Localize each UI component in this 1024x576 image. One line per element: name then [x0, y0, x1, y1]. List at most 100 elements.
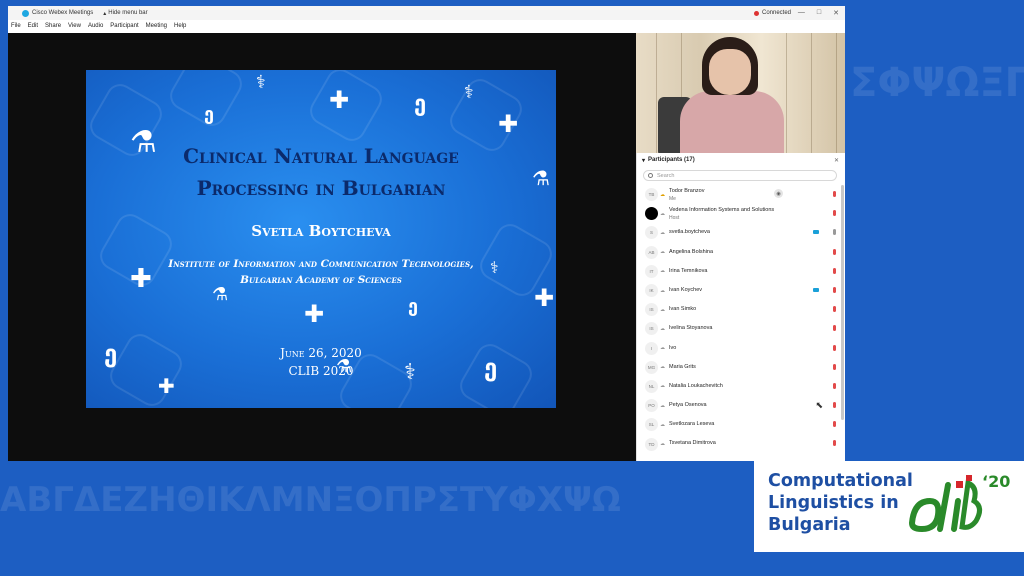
avatar: PO [645, 399, 658, 413]
participant-row[interactable]: PO ☁ Petya Osenova ⬉ [637, 396, 845, 415]
plus-icon: ✚ [304, 300, 325, 328]
avatar [645, 207, 658, 221]
device-icon: ☁ [660, 210, 665, 217]
mic-muted-icon[interactable] [833, 267, 836, 274]
avatar: TD [645, 437, 658, 451]
avatar: I [645, 341, 658, 355]
mic-muted-icon[interactable] [833, 210, 836, 217]
chevron-down-icon[interactable]: ▾ [642, 157, 645, 164]
search-icon [648, 173, 653, 178]
menu-view[interactable]: View [68, 23, 81, 29]
device-icon: ☁ [660, 364, 665, 371]
mic-muted-icon[interactable] [833, 344, 836, 351]
title-bar: Cisco Webex Meetings ▴ Hide menu bar Con… [8, 6, 845, 20]
participant-row[interactable]: S ☁ svetla.boytcheva [637, 223, 845, 242]
video-on-icon[interactable] [813, 230, 819, 235]
menu-meeting[interactable]: Meeting [146, 23, 167, 29]
clib-logo-card: Computational Linguistics in Bulgaria ‘2… [754, 461, 1024, 552]
participant-row[interactable]: MG ☁ Maria Grits [637, 358, 845, 377]
syringe-icon: ⚕ [256, 72, 266, 93]
mic-muted-icon[interactable] [833, 248, 836, 255]
menu-file[interactable]: File [11, 23, 21, 29]
webex-window: Cisco Webex Meetings ▴ Hide menu bar Con… [8, 6, 845, 461]
menu-participant[interactable]: Participant [110, 23, 138, 29]
maximize-button[interactable]: □ [817, 9, 821, 17]
participants-panel: ▾ Participants (17) ✕ Search TB ☁ Todor … [636, 153, 845, 461]
cursor-icon: ⬉ [815, 400, 823, 411]
stethoscope-icon: ე [408, 296, 418, 317]
participant-row[interactable]: IK ☁ Ivan Koychev [637, 281, 845, 300]
mic-muted-icon[interactable] [833, 191, 836, 197]
background-pattern-top: ΣΦΨΩΞΠ [850, 60, 1024, 106]
participant-row[interactable]: TB ☁ Todor Branzov Me ◉ [637, 185, 845, 204]
participant-row[interactable]: I ☁ Ivo [637, 339, 845, 358]
device-icon: ☁ [660, 287, 665, 294]
device-icon: ☁ [660, 325, 665, 332]
mic-muted-icon[interactable] [833, 382, 836, 389]
device-icon: ☁ [660, 191, 665, 198]
device-icon: ☁ [660, 345, 665, 352]
presenter-ball-icon[interactable]: ◉ [774, 189, 783, 198]
menu-help[interactable]: Help [174, 23, 186, 29]
participant-row[interactable]: ☁ Vedena Information Systems and Solutio… [637, 204, 845, 223]
participant-row[interactable]: SL ☁ Svetlozara Leseva [637, 415, 845, 434]
video-on-icon[interactable] [813, 287, 819, 292]
slide-institute: Institute of Information and Communicati… [168, 258, 474, 286]
mic-muted-icon[interactable] [833, 363, 836, 370]
stethoscope-icon: ე [414, 92, 427, 117]
plus-icon: ✚ [329, 86, 350, 114]
clib-logo-year: ‘20 [982, 472, 1011, 491]
slide-author: Svetla Boytcheva [251, 222, 391, 240]
mic-icon[interactable] [833, 229, 836, 236]
mic-muted-icon[interactable] [833, 286, 836, 293]
mic-muted-icon[interactable] [833, 421, 836, 428]
participant-row[interactable]: IS ☁ Ivelina Stoyanova [637, 319, 845, 338]
speaker-video[interactable] [636, 33, 845, 153]
speaker-body [680, 91, 784, 153]
device-icon: ☁ [660, 249, 665, 256]
participant-row[interactable]: IT ☁ Irina Temnikova [637, 262, 845, 281]
device-icon: ☁ [660, 268, 665, 275]
app-title: Cisco Webex Meetings [22, 9, 93, 17]
shared-content-area[interactable]: ⚗ ✚ ე ე ⚕ ⚕ ✚ ⚗ ✚ ⚗ ✚ ე ⚕ ✚ ე ✚ ⚗ ⚕ ე Cl… [8, 33, 636, 461]
device-icon: ☁ [660, 306, 665, 313]
menu-share[interactable]: Share [45, 23, 61, 29]
participant-row[interactable]: AB ☁ Angelina Bolshina [637, 243, 845, 262]
device-icon: ☁ [660, 421, 665, 428]
participant-row[interactable]: TD ☁ Tsvetana Dimitrova [637, 434, 845, 453]
slide-title: Clinical Natural Language Processing in … [183, 144, 459, 200]
close-window-button[interactable]: ✕ [833, 9, 839, 17]
participant-search-input[interactable]: Search [643, 170, 837, 181]
background-pattern-bottom: ΑΒΓΔΕΖΗΘΙΚΛΜΝΞΟΠΡΣΤΥΦΧΨΩ [0, 480, 621, 520]
plus-icon: ✚ [534, 284, 555, 312]
webex-logo-icon [22, 9, 29, 17]
avatar: MG [645, 360, 658, 374]
speaker-face [709, 49, 751, 95]
mic-muted-icon[interactable] [833, 402, 836, 409]
participant-row[interactable]: IS ☁ Ivan Simko [637, 300, 845, 319]
device-icon: ☁ [660, 229, 665, 236]
close-panel-button[interactable]: ✕ [834, 157, 839, 164]
avatar: NL [645, 379, 658, 393]
connection-status[interactable]: Connected [754, 10, 791, 16]
hide-menu-bar-toggle[interactable]: ▴ Hide menu bar [103, 10, 147, 17]
device-icon: ☁ [660, 441, 665, 448]
avatar: IS [645, 322, 658, 336]
syringe-icon: ⚕ [464, 82, 474, 103]
menu-audio[interactable]: Audio [88, 23, 103, 29]
clib-logo-mark-icon [908, 475, 982, 533]
menu-edit[interactable]: Edit [28, 23, 38, 29]
avatar: S [645, 226, 658, 240]
flask-icon: ⚗ [212, 284, 229, 305]
minimize-button[interactable]: — [798, 9, 805, 17]
device-icon: ☁ [660, 402, 665, 409]
status-dot-icon [754, 10, 759, 16]
mic-muted-icon[interactable] [833, 440, 836, 447]
clib-logo-text: Computational Linguistics in Bulgaria [768, 471, 913, 535]
mic-muted-icon[interactable] [833, 306, 836, 313]
device-icon: ☁ [660, 383, 665, 390]
window-controls: — □ ✕ [798, 9, 839, 17]
participant-row[interactable]: NL ☁ Natalia Loukachevitch [637, 377, 845, 396]
presentation-slide: ⚗ ✚ ე ე ⚕ ⚕ ✚ ⚗ ✚ ⚗ ✚ ე ⚕ ✚ ე ✚ ⚗ ⚕ ე Cl… [86, 70, 556, 408]
mic-muted-icon[interactable] [833, 325, 836, 332]
